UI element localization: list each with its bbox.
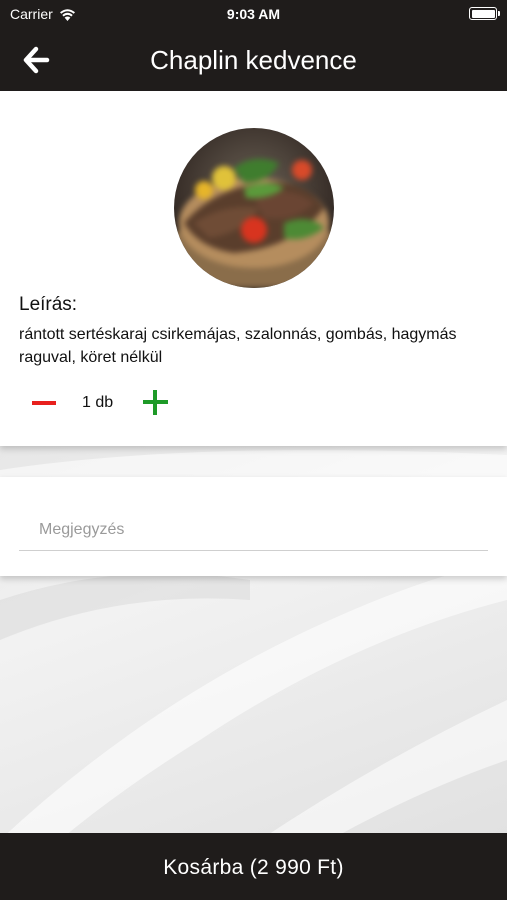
navigation-bar: Chaplin kedvence	[0, 28, 507, 91]
quantity-stepper: 1 db	[30, 388, 230, 418]
product-card: Leírás: rántott sertéskaraj csirkemájas,…	[0, 91, 507, 446]
status-time: 9:03 AM	[226, 6, 281, 22]
battery-icon	[469, 7, 500, 20]
add-to-cart-button[interactable]: Kosárba (2 990 Ft)	[0, 833, 507, 900]
decrement-button[interactable]	[32, 390, 58, 416]
note-input[interactable]	[19, 509, 488, 551]
description-label: Leírás:	[19, 294, 78, 315]
description-text: rántott sertéskaraj csirkemájas, szalonn…	[19, 326, 457, 366]
food-photo	[174, 128, 334, 288]
note-card	[0, 477, 507, 576]
increment-button[interactable]	[142, 388, 170, 416]
add-to-cart-label: Kosárba (2 990 Ft)	[163, 856, 344, 879]
page-title: Chaplin kedvence	[150, 45, 357, 75]
status-bar: Carrier 9:03 AM	[0, 0, 507, 28]
quantity-value: 1 db	[82, 394, 114, 411]
